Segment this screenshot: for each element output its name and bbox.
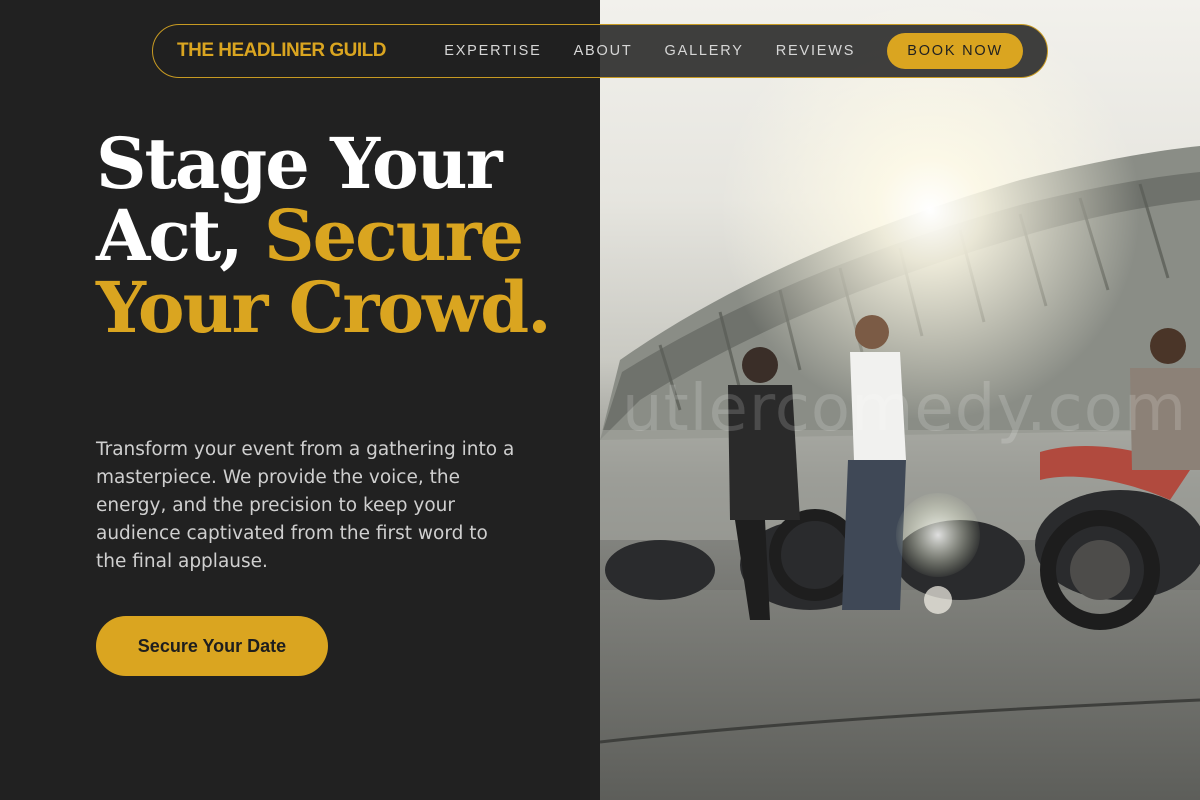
- main-nav: THE HEADLINER GUILD EXPERTISE ABOUT GALL…: [152, 24, 1048, 78]
- nav-links: EXPERTISE ABOUT GALLERY REVIEWS BOOK NOW: [444, 33, 1023, 69]
- hero-headline: Stage Your Act, Secure Your Crowd.: [96, 128, 576, 344]
- nav-link-about[interactable]: ABOUT: [574, 43, 633, 59]
- brand-logo[interactable]: THE HEADLINER GUILD: [177, 40, 387, 62]
- secure-date-button[interactable]: Secure Your Date: [96, 616, 328, 676]
- nav-link-reviews[interactable]: REVIEWS: [776, 43, 855, 59]
- hero-subtext: Transform your event from a gathering in…: [96, 439, 515, 572]
- nav-link-expertise[interactable]: EXPERTISE: [444, 43, 541, 59]
- hero-image: utlercomedy.com: [600, 0, 1200, 800]
- book-now-button[interactable]: BOOK NOW: [887, 33, 1023, 69]
- nav-link-gallery[interactable]: GALLERY: [665, 43, 744, 59]
- watermark-text: utlercomedy.com: [622, 372, 1188, 446]
